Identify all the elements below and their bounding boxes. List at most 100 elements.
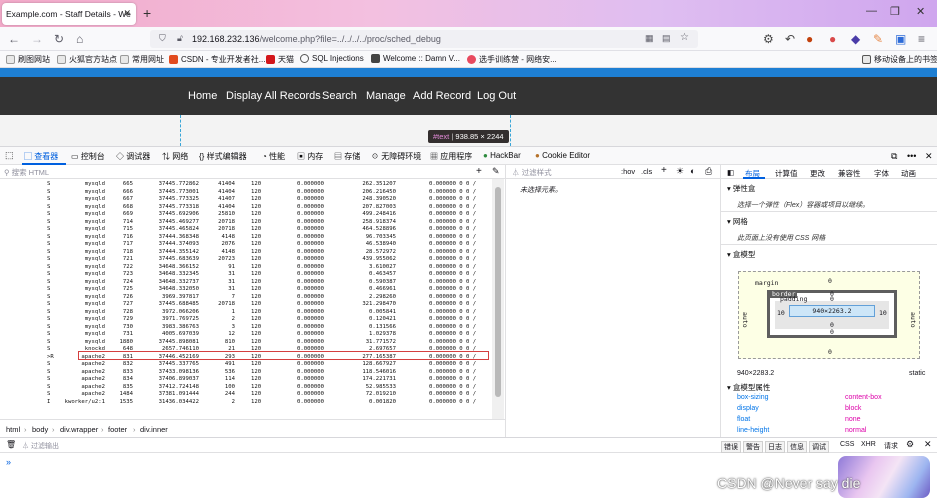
tab-application[interactable]: ▦ 应用程序 — [430, 151, 472, 162]
tab-accessibility[interactable]: ☉ 无障碍环境 — [371, 151, 421, 162]
url-bar[interactable]: ⛉ 🔓︎ 192.168.232.136/welcome.php?file=..… — [150, 30, 698, 48]
bookmark-item-5[interactable]: SQL Injections — [300, 54, 364, 63]
bookmark-item-2[interactable]: 常用网址 — [120, 54, 164, 65]
close-window-icon[interactable]: ✕ — [916, 5, 925, 18]
flexbox-section-header[interactable]: ▾ 弹性盒 — [727, 183, 755, 194]
bm-margin-right[interactable]: auto — [909, 312, 917, 328]
grid-section-header[interactable]: ▾ 网格 — [727, 216, 748, 227]
forward-icon[interactable]: → — [31, 32, 43, 46]
tab-console[interactable]: ▭ 控制台 — [71, 151, 105, 162]
prop-value[interactable]: none — [845, 416, 861, 423]
bm-margin-bottom[interactable]: 0 — [828, 348, 832, 356]
dock-icon[interactable]: ⧉ — [891, 151, 897, 162]
bm-padding-bottom[interactable]: 0 — [830, 321, 834, 329]
extension-puzzle-icon[interactable]: ⚙ — [763, 32, 774, 46]
bm-margin-left[interactable]: auto — [741, 312, 749, 328]
more-options-icon[interactable]: ••• — [907, 151, 916, 161]
back-icon[interactable]: ← — [8, 32, 20, 46]
close-console-icon[interactable]: ✕ — [924, 439, 932, 450]
html-search-input[interactable]: ⚲ 搜索 HTML — [4, 167, 49, 178]
console-filter-warnings[interactable]: 警告 — [743, 441, 763, 453]
reload-icon[interactable]: ↻ — [54, 32, 64, 46]
extension-icon-2[interactable]: ● — [829, 32, 836, 46]
eyedropper-icon[interactable]: ✎ — [492, 166, 500, 177]
add-node-icon[interactable]: + — [476, 166, 482, 177]
breadcrumb-item-wrapper[interactable]: div.wrapper — [60, 425, 98, 434]
dark-mode-icon[interactable]: ◐ — [690, 166, 695, 176]
tab-hackbar[interactable]: ● HackBar — [483, 151, 521, 160]
console-filter-debug[interactable]: 调试 — [809, 441, 829, 453]
console-filter-requests[interactable]: 请求 — [884, 441, 898, 451]
browser-tab-active[interactable]: Example.com - Staff Details - We ✕ — [2, 3, 136, 25]
bookmark-star-icon[interactable]: ☆ — [680, 32, 689, 43]
markup-scrollbar[interactable] — [492, 179, 504, 419]
tab-debugger[interactable]: ◇ 调试器 — [116, 151, 150, 162]
bm-content-box[interactable]: 940×2263.2 — [789, 305, 875, 317]
extension-icon-1[interactable]: ● — [806, 32, 813, 46]
console-filter-css[interactable]: CSS — [840, 441, 854, 448]
bookmark-item-7[interactable]: 选手训练营 - 网络安... — [467, 54, 557, 65]
bm-padding-left[interactable]: 10 — [777, 309, 785, 317]
prop-value[interactable]: normal — [845, 427, 866, 434]
tab-computed[interactable]: 计算值 — [775, 168, 798, 179]
tab-storage[interactable]: ▤ 存储 — [334, 151, 360, 162]
scrollbar-thumb[interactable] — [495, 187, 501, 397]
nav-display-all-records[interactable]: Display All Records — [226, 90, 321, 102]
extension-icon-5[interactable]: ▣ — [895, 32, 906, 46]
tab-performance[interactable]: ◔ 性能 — [262, 151, 285, 162]
tab-cookie-editor[interactable]: ● Cookie Editor — [535, 151, 590, 160]
bm-padding-right[interactable]: 10 — [879, 309, 887, 317]
bookmark-item-1[interactable]: 火狐官方站点 — [57, 54, 117, 65]
print-icon[interactable]: ⎙ — [705, 166, 712, 177]
bookmark-item-4[interactable]: 天猫 — [266, 54, 294, 65]
reader-view-icon[interactable]: ▤ — [662, 33, 671, 44]
breadcrumb-item-inner[interactable]: div.inner — [140, 425, 168, 434]
bookmark-item-0[interactable]: 刷图网站 — [6, 54, 50, 65]
console-prompt[interactable]: » — [6, 457, 11, 467]
tab-changes[interactable]: 更改 — [810, 168, 825, 179]
restore-icon[interactable]: ❐ — [890, 5, 900, 18]
light-mode-icon[interactable]: ☀ — [676, 166, 684, 177]
nav-search[interactable]: Search — [322, 90, 357, 102]
console-filter-logs[interactable]: 日志 — [765, 441, 785, 453]
console-filter-xhr[interactable]: XHR — [861, 441, 876, 448]
qr-code-icon[interactable]: ▦ — [645, 33, 654, 44]
close-tab-icon[interactable]: ✕ — [123, 8, 131, 19]
prop-value[interactable]: content-box — [845, 394, 882, 401]
sidebar-toggle-icon[interactable]: ◧ — [727, 168, 734, 177]
nav-log-out[interactable]: Log Out — [477, 90, 516, 102]
console-filter-info[interactable]: 信息 — [787, 441, 807, 453]
new-tab-button[interactable]: + — [143, 5, 151, 21]
nav-manage[interactable]: Manage — [366, 90, 406, 102]
bookmark-item-6[interactable]: Welcome :: Damn V... — [371, 54, 460, 63]
mobile-bookmarks[interactable]: 移动设备上的书签 — [862, 54, 937, 65]
tab-animations[interactable]: 动画 — [901, 168, 916, 179]
breadcrumb-item-body[interactable]: body — [32, 425, 48, 434]
extension-icon-4[interactable]: ✎ — [873, 32, 883, 46]
menu-icon[interactable]: ≡ — [918, 32, 925, 46]
bm-margin-top[interactable]: 0 — [828, 277, 832, 285]
prop-value[interactable]: block — [845, 405, 861, 412]
console-filter-errors[interactable]: 错误 — [721, 441, 741, 453]
breadcrumb-item-footer[interactable]: footer — [108, 425, 127, 434]
breadcrumb-item-html[interactable]: html — [6, 425, 20, 434]
minimize-icon[interactable]: — — [866, 5, 877, 17]
tab-inspector[interactable]: ▢ 查看器 — [24, 151, 58, 162]
tab-fonts[interactable]: 字体 — [874, 168, 889, 179]
bookmark-item-3[interactable]: CSDN - 专业开发者社... — [169, 54, 265, 65]
undo-icon[interactable]: ↶ — [785, 32, 795, 46]
home-icon[interactable]: ⌂ — [76, 32, 83, 46]
filter-styles-input[interactable]: ⏃ 过滤样式 — [512, 167, 552, 178]
bm-border-bottom[interactable]: 0 — [830, 328, 834, 336]
console-settings-icon[interactable]: ⚙ — [906, 439, 914, 450]
console-filter-input[interactable]: ⏃ 过滤输出 — [22, 441, 59, 451]
box-props-section-header[interactable]: ▾ 盒模型属性 — [727, 382, 770, 393]
element-picker-icon[interactable]: ⬚ — [5, 150, 14, 161]
close-devtools-icon[interactable]: ✕ — [925, 151, 933, 162]
cls-button[interactable]: .cls — [641, 167, 652, 176]
trash-icon[interactable]: 🗑︎ — [6, 440, 16, 449]
nav-add-record[interactable]: Add Record — [413, 90, 471, 102]
boxmodel-section-header[interactable]: ▾ 盒模型 — [727, 249, 755, 260]
nav-home[interactable]: Home — [188, 90, 217, 102]
lock-icon[interactable]: 🔓︎ — [177, 33, 183, 44]
